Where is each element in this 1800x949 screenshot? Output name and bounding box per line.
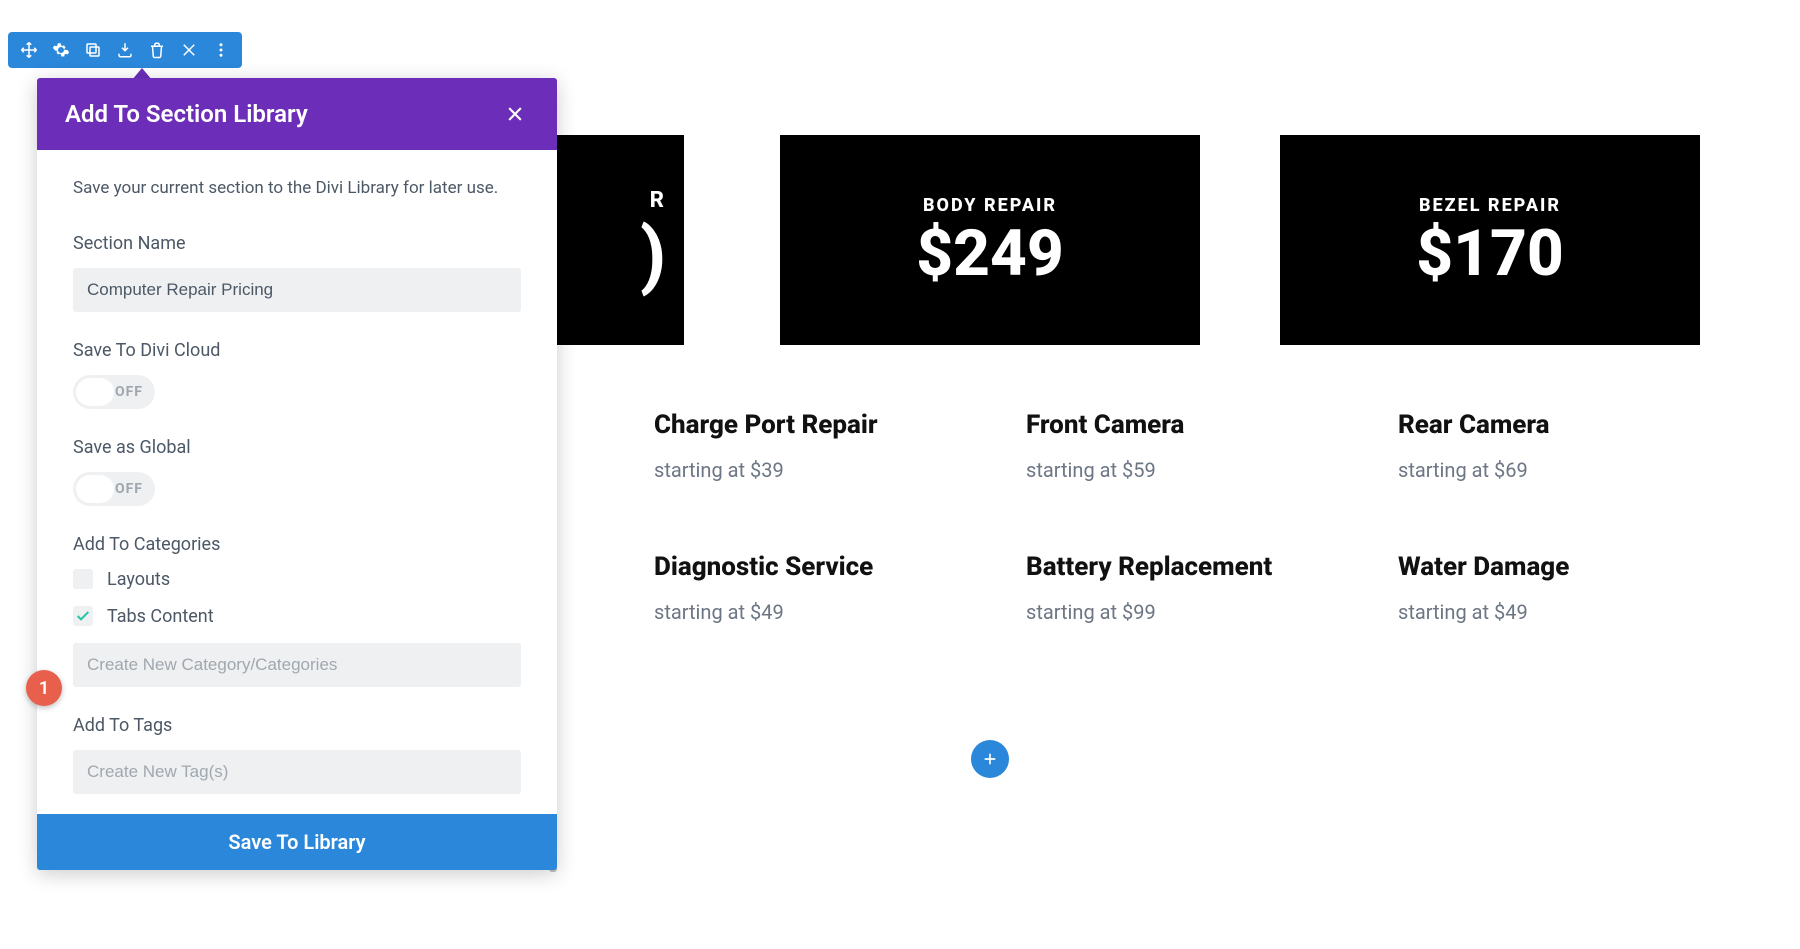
cloud-toggle-group: Save To Divi Cloud OFF <box>73 340 521 409</box>
annotation-badge-1: 1 <box>26 670 62 706</box>
save-to-library-icon[interactable] <box>110 35 140 65</box>
cloud-toggle[interactable]: OFF <box>73 375 155 409</box>
section-name-input[interactable] <box>73 268 521 312</box>
price-card-title-fragment: R <box>650 188 666 213</box>
categories-group: Add To Categories Layouts Tabs Content <box>73 534 521 687</box>
section-name-label: Section Name <box>73 233 521 254</box>
section-name-group: Section Name <box>73 233 521 312</box>
gear-icon[interactable] <box>46 35 76 65</box>
modal-intro-text: Save your current section to the Divi Li… <box>73 174 521 203</box>
category-checkbox-layouts[interactable] <box>73 569 93 589</box>
price-card-price: $249 <box>916 222 1064 286</box>
price-card-title: BEZEL REPAIR <box>1419 195 1561 216</box>
add-section-button[interactable] <box>971 740 1009 778</box>
section-toolbar <box>8 32 242 68</box>
modal-title: Add To Section Library <box>65 100 308 128</box>
service-price: starting at $59 <box>1026 458 1396 482</box>
price-card-price-fragment: ) <box>640 219 666 293</box>
service-item: Front Camera starting at $59 <box>1026 410 1396 482</box>
service-item: Battery Replacement starting at $99 <box>1026 552 1396 624</box>
price-card-price: $170 <box>1416 222 1564 286</box>
service-title: Water Damage <box>1398 552 1768 582</box>
services-grid: Charge Port Repair starting at $39 Front… <box>654 410 1768 624</box>
service-price: starting at $49 <box>654 600 1024 624</box>
duplicate-icon[interactable] <box>78 35 108 65</box>
global-toggle[interactable]: OFF <box>73 472 155 506</box>
service-item: Rear Camera starting at $69 <box>1398 410 1768 482</box>
add-to-library-modal: Add To Section Library Save your current… <box>37 78 557 870</box>
service-item: Water Damage starting at $49 <box>1398 552 1768 624</box>
toggle-knob <box>76 475 114 503</box>
new-category-input[interactable] <box>73 643 521 687</box>
more-icon[interactable] <box>206 35 236 65</box>
price-card-partial: R ) <box>544 135 684 345</box>
service-title: Charge Port Repair <box>654 410 1024 440</box>
service-item: Diagnostic Service starting at $49 <box>654 552 1024 624</box>
category-row-layouts: Layouts <box>73 569 521 590</box>
close-icon <box>505 104 525 124</box>
categories-label: Add To Categories <box>73 534 521 555</box>
service-price: starting at $39 <box>654 458 1024 482</box>
service-title: Front Camera <box>1026 410 1396 440</box>
category-label: Tabs Content <box>107 606 214 627</box>
plus-icon <box>982 751 998 767</box>
modal-body: Save your current section to the Divi Li… <box>37 150 557 814</box>
price-card-body-repair: BODY REPAIR $249 <box>780 135 1200 345</box>
category-label: Layouts <box>107 569 170 590</box>
service-item: Charge Port Repair starting at $39 <box>654 410 1024 482</box>
price-card-title: BODY REPAIR <box>923 195 1057 216</box>
service-price: starting at $99 <box>1026 600 1396 624</box>
tags-label: Add To Tags <box>73 715 521 736</box>
category-checkbox-tabs-content[interactable] <box>73 606 93 626</box>
toggle-state-text: OFF <box>115 384 143 400</box>
global-toggle-group: Save as Global OFF <box>73 437 521 506</box>
service-title: Rear Camera <box>1398 410 1768 440</box>
modal-header: Add To Section Library <box>37 78 557 150</box>
tags-group: Add To Tags <box>73 715 521 794</box>
price-card-bezel-repair: BEZEL REPAIR $170 <box>1280 135 1700 345</box>
modal-close-button[interactable] <box>501 100 529 128</box>
check-icon <box>75 608 91 624</box>
category-row-tabs-content: Tabs Content <box>73 606 521 627</box>
trash-icon[interactable] <box>142 35 172 65</box>
toggle-state-text: OFF <box>115 481 143 497</box>
global-toggle-label: Save as Global <box>73 437 521 458</box>
new-tag-input[interactable] <box>73 750 521 794</box>
save-to-library-button[interactable]: Save To Library <box>37 814 557 870</box>
service-title: Diagnostic Service <box>654 552 1024 582</box>
toggle-knob <box>76 378 114 406</box>
move-icon[interactable] <box>14 35 44 65</box>
service-price: starting at $69 <box>1398 458 1768 482</box>
service-price: starting at $49 <box>1398 600 1768 624</box>
close-icon[interactable] <box>174 35 204 65</box>
cloud-toggle-label: Save To Divi Cloud <box>73 340 521 361</box>
service-title: Battery Replacement <box>1026 552 1396 582</box>
